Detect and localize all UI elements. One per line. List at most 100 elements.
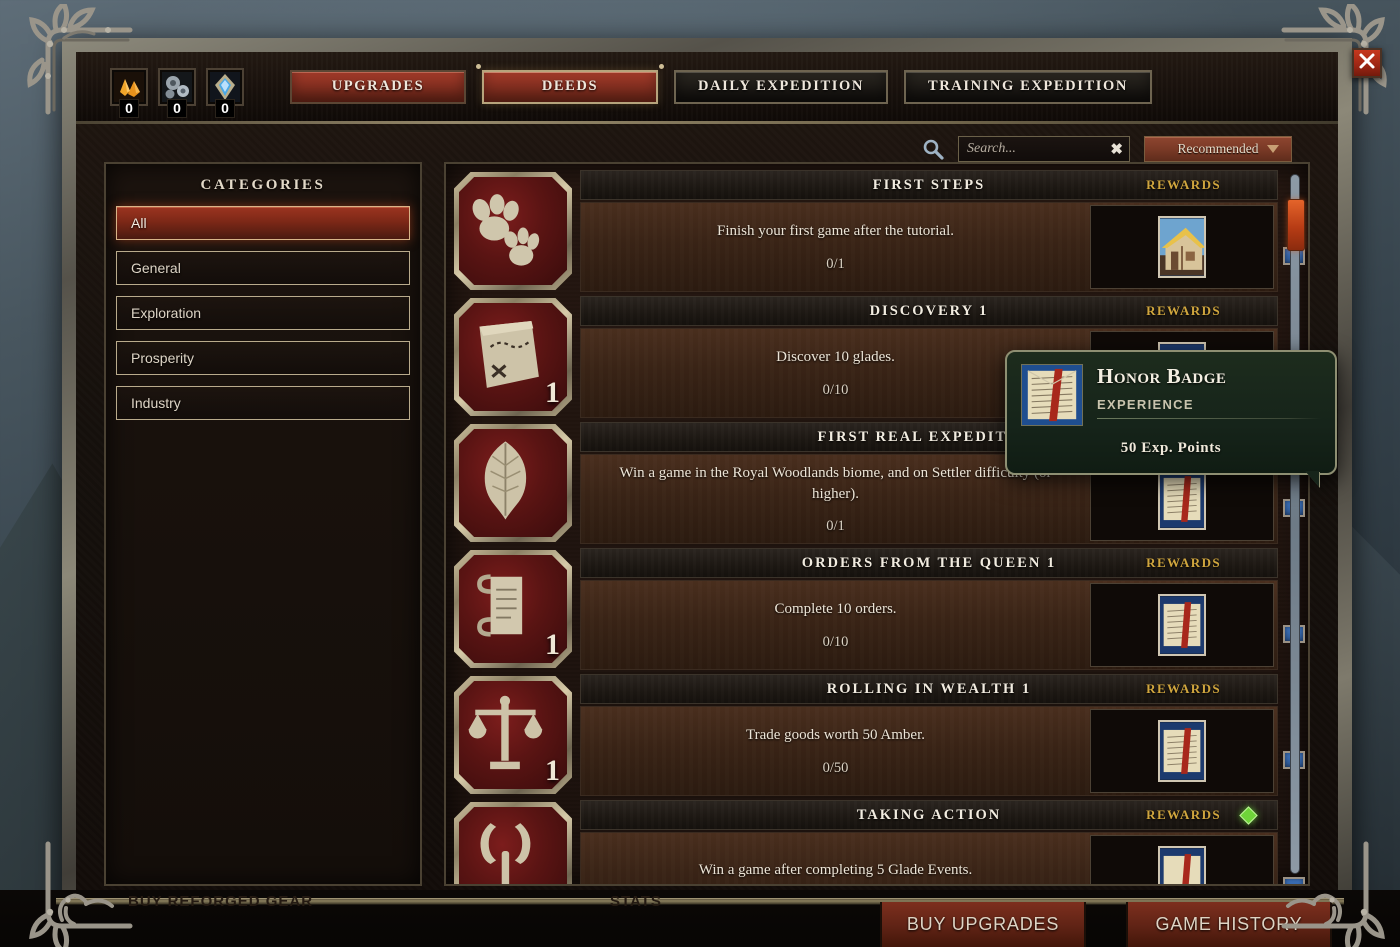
sidebar-item-exploration[interactable]: Exploration <box>116 296 410 330</box>
deed-body: Trade goods worth 50 Amber. 0/50 <box>580 706 1278 796</box>
sort-dropdown[interactable]: Recommended <box>1144 136 1292 162</box>
deeds-window: 0 0 0 UPGRADES DEEDS DAILY EXPEDITION TR… <box>27 4 1387 947</box>
green-diamond-icon <box>1239 805 1258 825</box>
deed-progress: 0/1 <box>826 517 845 534</box>
sidebar-item-prosperity[interactable]: Prosperity <box>116 341 410 375</box>
deed-title: FIRST STEPS <box>872 176 986 193</box>
honor-badge-icon <box>1158 720 1206 782</box>
sort-dropdown-label: Recommended <box>1177 141 1259 156</box>
currency-amber[interactable]: 0 <box>110 67 148 118</box>
search-icon <box>922 138 944 160</box>
deed-row-first-steps[interactable]: FIRST STEPS REWARDS Finish your first ga… <box>452 170 1308 296</box>
tab-deeds[interactable]: DEEDS <box>476 63 664 104</box>
clear-search-icon[interactable]: ✖ <box>1110 140 1123 158</box>
sidebar-item-general-label: General <box>131 260 181 276</box>
currency-amber-count: 0 <box>119 98 139 118</box>
search-input[interactable] <box>967 141 1103 157</box>
deed-header: TAKING ACTION REWARDS <box>580 800 1278 830</box>
deed-progress: 0/10 <box>822 381 849 398</box>
deed-row-orders-from-the-queen-1[interactable]: 1 ORDERS FROM THE QUEEN 1 REWARDS Comple… <box>452 548 1308 674</box>
rewards-label: REWARDS <box>1146 681 1221 696</box>
deed-reward-slot[interactable] <box>1090 835 1274 884</box>
close-window-button[interactable] <box>1352 48 1382 78</box>
bottom-corner-ornament-right <box>1274 890 1348 942</box>
paw-prints-icon <box>459 182 567 280</box>
sidebar-item-industry-label: Industry <box>131 395 181 411</box>
currency-machine-parts[interactable]: 0 <box>158 67 196 118</box>
sidebar-item-exploration-label: Exploration <box>131 305 202 321</box>
deed-title: ROLLING IN WEALTH 1 <box>826 680 1032 697</box>
currency-blue-gem-count: 0 <box>215 98 235 118</box>
deed-reward-slot[interactable] <box>1090 709 1274 793</box>
tab-upgrades[interactable]: UPGRADES <box>290 69 466 104</box>
search-box[interactable]: ✖ <box>958 136 1130 162</box>
sidebar-item-general[interactable]: General <box>116 251 410 285</box>
bottom-bar: BUY REFORGED GEAR STATS BUY UPGRADES GAM… <box>0 890 1400 947</box>
deed-title: ORDERS FROM THE QUEEN 1 <box>801 554 1057 571</box>
currency-machine-parts-count: 0 <box>167 98 187 118</box>
deeds-list[interactable]: FIRST STEPS REWARDS Finish your first ga… <box>446 164 1308 884</box>
deed-body: Win a game after completing 5 Glade Even… <box>580 832 1278 884</box>
deed-row-rolling-in-wealth-1[interactable]: 1 ROLLING IN WEALTH 1 REWARDS Trade good… <box>452 674 1308 800</box>
tab-daily-expedition[interactable]: DAILY EXPEDITION <box>674 69 888 104</box>
tab-bar: UPGRADES DEEDS DAILY EXPEDITION TRAINING… <box>290 63 1152 104</box>
deed-description: Finish your first game after the tutoria… <box>716 223 955 240</box>
close-icon <box>1357 51 1377 76</box>
deed-tier-number: 1 <box>545 628 560 661</box>
buy-upgrades-button[interactable]: BUY UPGRADES <box>880 902 1086 947</box>
deed-header: DISCOVERY 1 REWARDS <box>580 296 1278 326</box>
deeds-panel: FIRST STEPS REWARDS Finish your first ga… <box>444 162 1310 886</box>
rewards-label: REWARDS <box>1146 177 1221 192</box>
sidebar-item-all[interactable]: All <box>116 206 410 240</box>
scrollbar-thumb[interactable] <box>1287 199 1305 251</box>
reward-tooltip: Honor Badge EXPERIENCE 50 Exp. Points <box>1005 350 1337 475</box>
tab-training-expedition-label: TRAINING EXPEDITION <box>927 78 1128 94</box>
rewards-label: REWARDS <box>1146 555 1221 570</box>
blue-gem-icon <box>210 71 240 102</box>
tooltip-title: Honor Badge <box>1097 364 1227 388</box>
categories-panel: CATEGORIES All General Exploration Prosp… <box>104 162 422 886</box>
deed-progress: 0/50 <box>822 759 849 776</box>
deed-icon-frame <box>454 172 572 290</box>
tooltip-value: 50 Exp. Points <box>1120 440 1222 456</box>
categories-title: CATEGORIES <box>200 177 326 193</box>
deed-reward-slot[interactable] <box>1090 583 1274 667</box>
sidebar-item-industry[interactable]: Industry <box>116 386 410 420</box>
machine-parts-icon <box>162 71 192 102</box>
deed-row-taking-action[interactable]: TAKING ACTION REWARDS Win a game after c… <box>452 800 1308 884</box>
amber-crystal-icon <box>114 71 144 102</box>
tab-training-expedition[interactable]: TRAINING EXPEDITION <box>903 69 1152 104</box>
bottom-faded-stats: STATS <box>610 893 662 910</box>
chevron-down-icon <box>1267 145 1279 153</box>
sidebar-item-all-label: All <box>131 215 147 231</box>
tooltip-honor-badge-icon <box>1021 364 1083 426</box>
deed-body: Complete 10 orders. 0/10 <box>580 580 1278 670</box>
deed-title: TAKING ACTION <box>856 806 1002 823</box>
deed-tier-number: 1 <box>545 376 560 409</box>
deed-icon-frame: 1 <box>454 676 572 794</box>
deed-header: ORDERS FROM THE QUEEN 1 REWARDS <box>580 548 1278 578</box>
deed-description: Trade goods worth 50 Amber. <box>745 727 926 744</box>
search-row: ✖ Recommended <box>922 136 1292 162</box>
deed-icon-frame <box>454 424 572 542</box>
oak-leaf-icon <box>459 434 567 532</box>
bottom-corner-ornament-left <box>52 890 126 942</box>
deeds-scrollbar[interactable] <box>1287 174 1305 874</box>
deed-description: Win a game after completing 5 Glade Even… <box>698 861 973 878</box>
bottom-faded-buy-reforged-gear: BUY REFORGED GEAR <box>128 893 314 910</box>
deed-header: ROLLING IN WEALTH 1 REWARDS <box>580 674 1278 704</box>
crossed-axes-icon <box>459 812 567 884</box>
deed-body: Finish your first game after the tutoria… <box>580 202 1278 292</box>
honor-badge-icon <box>1158 846 1206 884</box>
deed-tier-number: 1 <box>545 754 560 787</box>
deed-marker-icon <box>1283 877 1305 884</box>
tab-daily-expedition-label: DAILY EXPEDITION <box>698 78 864 94</box>
honor-badge-icon <box>1158 594 1206 656</box>
rewards-label: REWARDS <box>1146 303 1221 318</box>
honor-badge-icon <box>1158 468 1206 530</box>
deed-reward-slot[interactable] <box>1090 205 1274 289</box>
deed-description: Complete 10 orders. <box>774 601 897 618</box>
deed-description: Discover 10 glades. <box>776 349 895 366</box>
currency-blue-gem[interactable]: 0 <box>206 67 244 118</box>
currency-tray: 0 0 0 <box>110 67 244 118</box>
